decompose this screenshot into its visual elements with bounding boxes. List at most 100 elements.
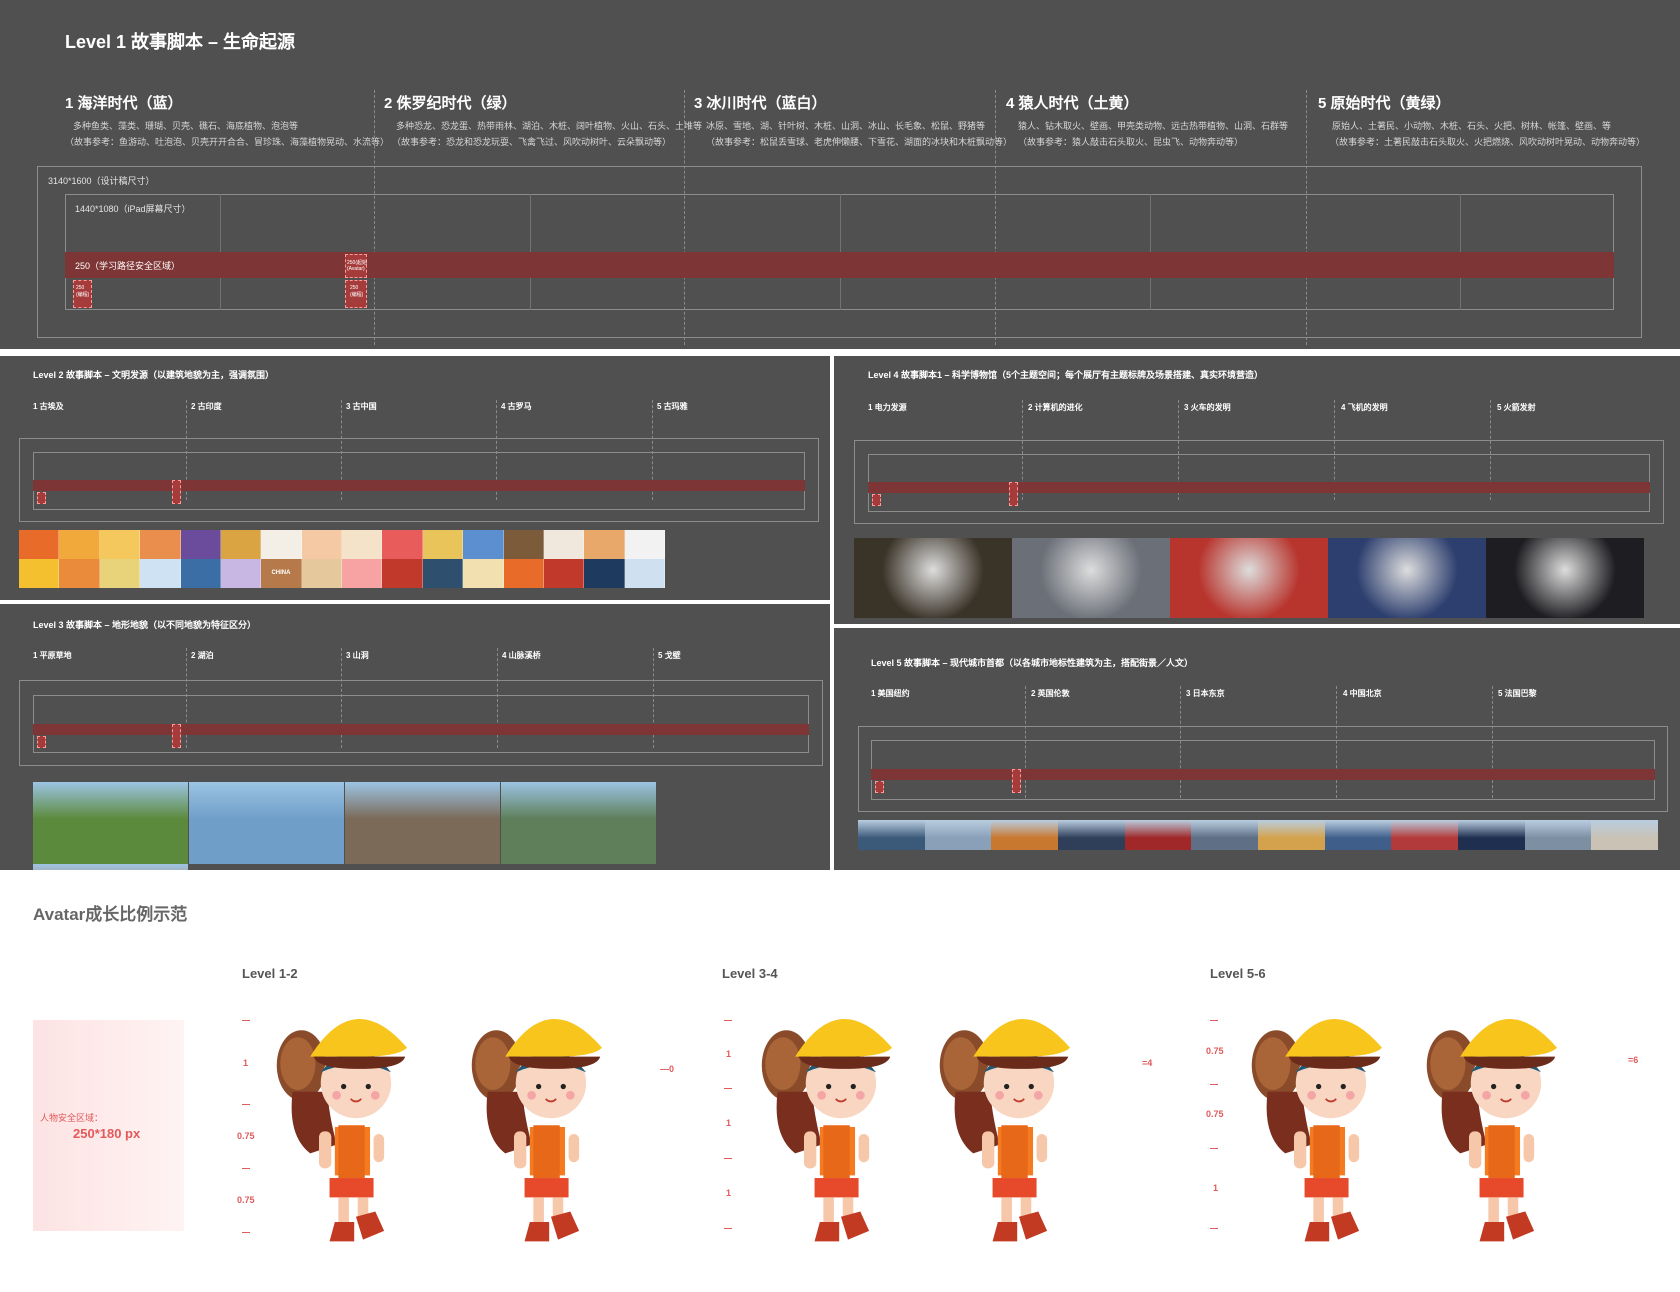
level4-era-2: 2 计算机的进化 bbox=[1028, 403, 1083, 412]
safe-area-label: 人物安全区域： bbox=[40, 1113, 104, 1123]
illustration-thumb bbox=[463, 559, 504, 588]
marker-left bbox=[872, 494, 881, 506]
level1-era-3: 3 冰川时代（蓝白） 冰原、雪地、湖、针叶树、木桩、山洞、冰山、长毛象、松鼠、野… bbox=[694, 92, 1012, 148]
illustration-thumb bbox=[99, 559, 141, 588]
illustration-thumb bbox=[463, 530, 504, 559]
ruler-value: 1 bbox=[243, 1058, 249, 1068]
illustration-thumb bbox=[220, 530, 262, 559]
illustration-thumb bbox=[180, 530, 221, 559]
level3-era-4: 4 山脉溪桥 bbox=[502, 651, 541, 660]
ruler-tick bbox=[724, 1088, 732, 1089]
ruler-right-value: =6 bbox=[1628, 1055, 1639, 1065]
era-name: 4 猿人时代（土黄） bbox=[1006, 95, 1139, 112]
ruler-tick bbox=[724, 1020, 732, 1021]
museum-photo bbox=[1012, 538, 1170, 618]
group-label-1: Level 1-2 bbox=[242, 966, 298, 981]
era-line1: 多种鱼类、藻类、珊瑚、贝壳、礁石、海底植物、泡泡等 bbox=[73, 121, 299, 131]
group-label-3: Level 5-6 bbox=[1210, 966, 1266, 981]
illustration-thumb bbox=[19, 559, 60, 588]
ruler-tick bbox=[724, 1228, 732, 1229]
city-photo bbox=[1057, 820, 1125, 850]
museum-photo bbox=[854, 538, 1012, 618]
level1-era-4: 4 猿人时代（土黄） 猿人、钻木取火、壁画、甲壳类动物、远古热带植物、山洞、石群… bbox=[1006, 92, 1288, 148]
level2-era-5: 5 古玛雅 bbox=[657, 402, 688, 411]
era-line2: （故事参考：松鼠丢雪球、老虎伸懒腰、下雪花、湖面的冰块和木桩飘动等） bbox=[706, 137, 1013, 147]
china-thumb: CHINA bbox=[261, 559, 302, 588]
level2-era-1: 1 古埃及 bbox=[33, 402, 64, 411]
level3-panel: Level 3 故事脚本 – 地形地貌（以不同地貌为特征区分） 1 平原草地 2… bbox=[0, 604, 830, 870]
city-photo bbox=[1257, 820, 1325, 850]
marker-left-label: 250 (编程) bbox=[76, 285, 90, 298]
level5-era-3: 3 日本东京 bbox=[1186, 689, 1225, 698]
city-photo bbox=[1457, 820, 1525, 850]
illustration-thumb bbox=[422, 559, 464, 588]
era-name: 2 侏罗纪时代（绿） bbox=[384, 95, 517, 112]
ruler-right-value: —0 bbox=[660, 1064, 675, 1074]
ruler-tick bbox=[1210, 1228, 1218, 1229]
illustration-thumb bbox=[180, 559, 221, 588]
landscape-photo bbox=[33, 782, 188, 864]
museum-photo bbox=[1486, 538, 1644, 618]
illustration-thumb bbox=[382, 530, 423, 559]
safe-path-band bbox=[868, 482, 1650, 493]
level3-landscape-photos bbox=[33, 782, 809, 870]
level4-era-3: 3 火车的发明 bbox=[1184, 403, 1231, 412]
era-name: 1 海洋时代（蓝） bbox=[65, 95, 183, 112]
era-line2: （故事参考：猿人敲击石头取火、昆虫飞、动物奔动等） bbox=[1018, 137, 1244, 147]
safe-path-band bbox=[33, 480, 805, 491]
illustration-thumb bbox=[301, 559, 342, 588]
safe-path-band bbox=[871, 769, 1655, 780]
city-photo bbox=[1324, 820, 1392, 850]
illustration-thumb bbox=[382, 559, 423, 588]
city-photo bbox=[1191, 820, 1258, 850]
marker-left bbox=[875, 781, 884, 793]
marker-right bbox=[1009, 482, 1018, 506]
ruler-tick bbox=[242, 1020, 250, 1021]
illustration-thumb bbox=[422, 530, 464, 559]
illustration-thumb bbox=[624, 530, 665, 559]
level5-panel: Level 5 故事脚本 – 现代城市首都（以各城市地标性建筑为主，搭配街景／人… bbox=[834, 628, 1680, 870]
illustration-thumb bbox=[99, 530, 141, 559]
level4-era-1: 1 电力发源 bbox=[868, 403, 907, 412]
ruler-tick bbox=[1210, 1148, 1218, 1149]
illustration-thumb bbox=[543, 530, 585, 559]
illustration-thumb bbox=[503, 559, 544, 588]
illustration-thumb bbox=[19, 530, 60, 559]
hiker-avatar bbox=[1425, 1018, 1558, 1243]
era-line1: 多种恐龙、恐龙蛋、热带雨林、湖泊、木桩、阔叶植物、火山、石头、土堆等 bbox=[396, 121, 703, 131]
ruler-value: 1 bbox=[726, 1188, 732, 1198]
city-photo bbox=[991, 820, 1058, 850]
illustration-thumb bbox=[140, 530, 181, 559]
hiker-avatar bbox=[275, 1018, 408, 1243]
museum-photo bbox=[1328, 538, 1486, 618]
ruler-tick bbox=[1210, 1020, 1218, 1021]
city-photo bbox=[1124, 820, 1192, 850]
avatar-section-title: Avatar成长比例示范 bbox=[33, 905, 188, 924]
level2-title: Level 2 故事脚本 – 文明发源（以建筑地貌为主，强调氛围） bbox=[33, 370, 275, 380]
safe-path-band bbox=[33, 724, 809, 735]
level2-panel: Level 2 故事脚本 – 文明发源（以建筑地貌为主，强调氛围） 1 古埃及 … bbox=[0, 356, 830, 600]
level3-era-3: 3 山洞 bbox=[346, 651, 369, 660]
ipad-size-label: 1440*1080（iPad屏幕尺寸） bbox=[75, 204, 191, 214]
era-line2: （故事参考：鱼游动、吐泡泡、贝壳开开合合、冒珍珠、海藻植物晃动、水流等） bbox=[65, 137, 390, 147]
level3-era-1: 1 平原草地 bbox=[33, 651, 72, 660]
hiker-avatar bbox=[760, 1018, 893, 1243]
safe-path-band bbox=[65, 252, 1614, 278]
level2-era-4: 4 古罗马 bbox=[501, 402, 532, 411]
illustration-thumb bbox=[624, 559, 665, 588]
city-photo bbox=[1391, 820, 1458, 850]
level4-museum-photos bbox=[854, 538, 1646, 618]
city-photo bbox=[924, 820, 992, 850]
ruler-tick bbox=[242, 1232, 250, 1233]
landscape-photo bbox=[345, 782, 500, 864]
ruler-value: 1 bbox=[726, 1049, 732, 1059]
city-photo bbox=[858, 820, 925, 850]
illustration-thumb bbox=[584, 559, 625, 588]
level5-era-4: 4 中国北京 bbox=[1343, 689, 1382, 698]
marker-left bbox=[37, 736, 46, 748]
level2-illustration-strip: CHINA bbox=[19, 530, 665, 588]
marker-right-top-label: 250(起始 (Avatar) bbox=[347, 260, 368, 272]
level5-era-5: 5 法国巴黎 bbox=[1498, 689, 1537, 698]
level1-panel: Level 1 故事脚本 – 生命起源 1 海洋时代（蓝） 多种鱼类、藻类、珊瑚… bbox=[0, 0, 1680, 349]
illustration-thumb bbox=[59, 530, 100, 559]
